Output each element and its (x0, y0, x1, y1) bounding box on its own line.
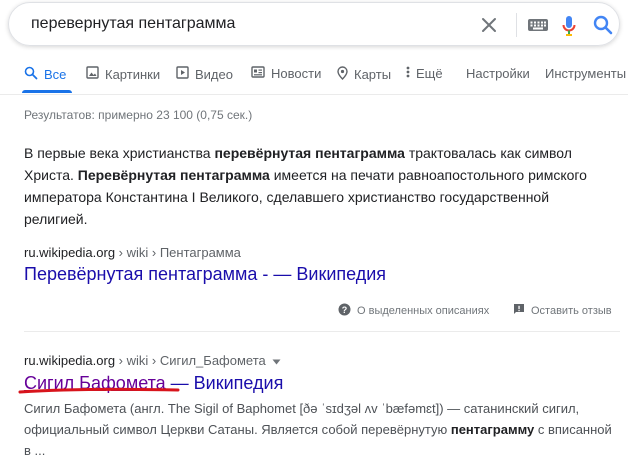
result-domain: ru.wikipedia.org (24, 353, 116, 368)
tab-label: Настройки (466, 66, 530, 81)
about-label: О выделенных описаниях (357, 305, 490, 317)
about-featured-snippets[interactable]: ? О выделенных описаниях (338, 303, 489, 319)
tab-news[interactable]: Новости (251, 66, 321, 81)
tab-maps[interactable]: Карты (337, 66, 391, 83)
feedback-label: Оставить отзыв (531, 304, 612, 317)
header-divider (0, 94, 628, 95)
news-icon (251, 66, 265, 81)
search-icon[interactable] (593, 15, 613, 40)
result-path: › wiki › Сигил_Бафомета (115, 353, 266, 368)
search-icon (24, 66, 38, 83)
active-tab-indicator (22, 90, 72, 93)
section-divider (24, 331, 620, 332)
search-divider (516, 13, 517, 37)
search-tabs: Все Картинки Видео Новости Карты Ещё Нас… (0, 58, 628, 94)
tab-label: Карты (354, 67, 392, 82)
feedback-icon (513, 303, 525, 318)
result-path: › wiki › Пентаграмма (115, 245, 241, 260)
tab-label: Картинки (105, 66, 161, 82)
help-icon: ? (338, 303, 351, 319)
tab-label: Видео (195, 66, 233, 82)
tab-label: Инструменты (545, 66, 627, 81)
tab-all[interactable]: Все (24, 66, 66, 83)
tab-label: Все (44, 67, 67, 82)
result-stats: Результатов: примерно 23 100 (0,75 сек.) (24, 108, 253, 122)
snippet-bold: перевёрнутая пентаграмма (214, 145, 405, 161)
red-underline-annotation (18, 387, 180, 394)
clear-icon[interactable] (479, 15, 499, 40)
tab-more[interactable]: Ещё (406, 66, 443, 81)
svg-text:?: ? (342, 305, 348, 315)
tab-settings[interactable]: Настройки (466, 66, 530, 81)
result-title-link[interactable]: Перевёрнутая пентаграмма - — Википедия (24, 264, 386, 285)
tab-tools[interactable]: Инструменты (545, 66, 626, 81)
snippet-bold: Перевёрнутая пентаграмма (77, 167, 270, 183)
tab-label: Новости (271, 66, 322, 81)
result-description: Сигил Бафомета (англ. The Sigil of Bapho… (24, 398, 614, 461)
result-domain: ru.wikipedia.org (24, 245, 116, 260)
image-icon (86, 66, 99, 82)
search-bar: перевернутая пентаграмма (8, 2, 620, 46)
title-part: — Википедия (165, 373, 284, 393)
tab-label: Ещё (416, 66, 443, 81)
feedback-button[interactable]: Оставить отзыв (513, 303, 612, 318)
keyboard-icon[interactable] (527, 15, 549, 40)
desc-bold: пентаграмму (450, 422, 535, 437)
tab-video[interactable]: Видео (176, 66, 233, 82)
map-pin-icon (337, 66, 348, 83)
featured-snippet: В первые века христианства перевёрнутая … (24, 142, 614, 230)
video-icon (176, 66, 189, 82)
search-input[interactable]: перевернутая пентаграмма (31, 15, 235, 33)
more-vert-icon (406, 66, 410, 81)
tab-images[interactable]: Картинки (86, 66, 160, 82)
result-cite[interactable]: ru.wikipedia.org › wiki › Пентаграмма (24, 245, 241, 260)
caret-down-icon[interactable] (272, 353, 281, 368)
microphone-icon[interactable] (561, 15, 577, 42)
snippet-text: В первые века христианства (24, 145, 215, 161)
result-cite[interactable]: ru.wikipedia.org › wiki › Сигил_Бафомета (24, 353, 281, 368)
